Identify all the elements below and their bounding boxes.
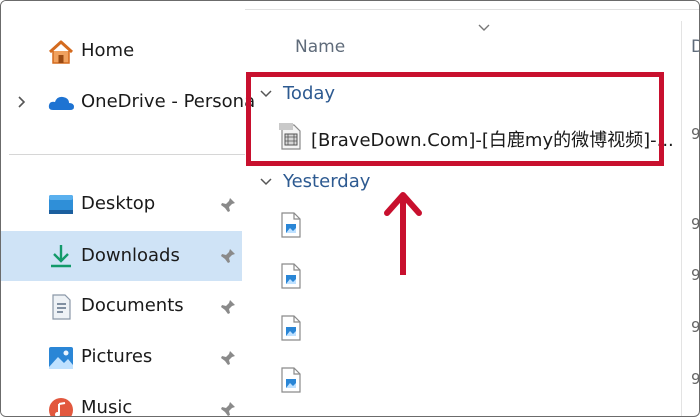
group-label: Yesterday xyxy=(283,171,371,192)
pin-icon[interactable] xyxy=(220,401,236,417)
sidebar-item-documents[interactable]: Documents xyxy=(1,284,242,330)
sidebar-item-label: Pictures xyxy=(81,346,153,367)
pin-icon[interactable] xyxy=(220,248,236,264)
date-column-fragment: 9 xyxy=(691,370,700,388)
download-icon xyxy=(51,245,71,268)
sidebar-item-label: Music xyxy=(81,397,133,417)
sidebar-item-label: Desktop xyxy=(81,193,156,214)
file-row[interactable] xyxy=(279,310,679,346)
desktop-icon xyxy=(49,195,73,214)
pin-icon[interactable] xyxy=(220,299,236,315)
sidebar-divider xyxy=(9,154,245,155)
chevron-right-icon[interactable] xyxy=(14,94,28,110)
chevron-down-icon[interactable] xyxy=(259,176,273,188)
sort-chevron-icon[interactable] xyxy=(477,23,491,33)
annotation-arrow-up-icon xyxy=(384,192,422,275)
file-row[interactable] xyxy=(279,362,679,398)
column-divider[interactable] xyxy=(681,21,682,416)
file-list-pane: Name D Today [BraveDown.Com]-[白鹿my的微博视频]… xyxy=(245,1,700,416)
home-icon xyxy=(48,40,74,64)
image-file-icon xyxy=(281,263,301,289)
sidebar-item-label: OneDrive - Persona xyxy=(81,91,256,112)
document-icon xyxy=(52,294,71,320)
image-file-icon xyxy=(281,367,301,393)
sidebar-item-label: Home xyxy=(81,40,135,61)
image-file-icon xyxy=(281,315,301,341)
column-header-name[interactable]: Name xyxy=(295,37,345,57)
pin-icon[interactable] xyxy=(220,197,236,213)
sidebar-item-desktop[interactable]: Desktop xyxy=(1,182,242,228)
navigation-pane: Home OneDrive - Persona Desktop Download… xyxy=(1,1,255,417)
sidebar-item-label: Downloads xyxy=(81,245,180,266)
date-column-fragment: 9 xyxy=(691,125,700,143)
sidebar-item-downloads[interactable]: Downloads xyxy=(1,231,242,281)
image-file-icon xyxy=(281,212,301,238)
music-icon xyxy=(49,398,73,416)
file-explorer-window: Home OneDrive - Persona Desktop Download… xyxy=(0,0,700,417)
date-column-fragment: 9 xyxy=(691,266,700,284)
pin-icon[interactable] xyxy=(220,350,236,366)
file-row[interactable] xyxy=(279,258,679,294)
pictures-icon xyxy=(49,347,73,369)
sidebar-item-home[interactable]: Home xyxy=(1,29,242,75)
sidebar-item-label: Documents xyxy=(81,295,184,316)
file-row[interactable] xyxy=(279,207,679,243)
date-column-fragment: 9 xyxy=(691,318,700,336)
date-column-fragment: 9 xyxy=(691,215,700,233)
cloud-icon xyxy=(48,96,74,110)
sidebar-item-music[interactable]: Music xyxy=(1,386,242,417)
sidebar-item-onedrive[interactable]: OneDrive - Persona xyxy=(1,80,255,126)
column-header-next[interactable]: D xyxy=(691,37,699,57)
annotation-highlight-box xyxy=(246,72,664,166)
sidebar-item-pictures[interactable]: Pictures xyxy=(1,335,242,381)
